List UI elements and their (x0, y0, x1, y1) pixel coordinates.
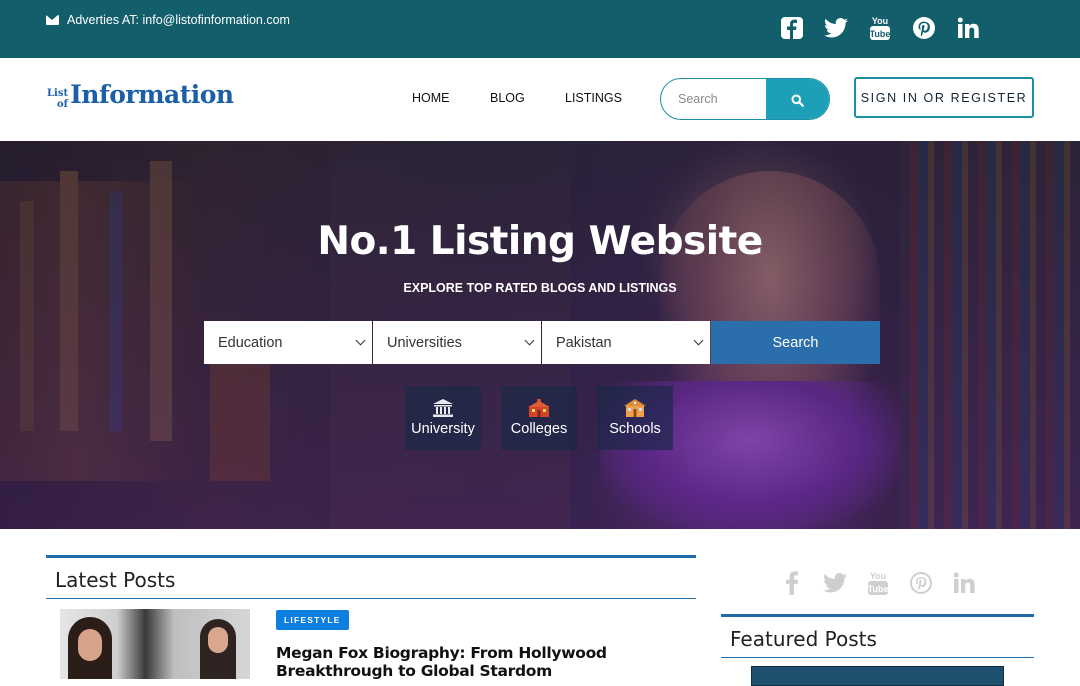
site-header: List of Information HOME BLOG LISTINGS S… (0, 58, 1080, 141)
category-label: Colleges (510, 421, 568, 437)
featured-posts-section: Featured Posts (721, 614, 1034, 658)
linkedin-icon[interactable] (952, 570, 976, 596)
site-logo[interactable]: List of Information (47, 80, 234, 110)
category-shortcuts: University Colleges Schools (405, 386, 673, 450)
signin-register-button[interactable]: SIGN IN OR REGISTER (854, 77, 1034, 118)
svg-text:Tube: Tube (868, 584, 889, 594)
svg-text:Tube: Tube (870, 29, 891, 39)
post-category-badge[interactable]: LIFESTYLE (276, 610, 349, 630)
header-search-button[interactable] (766, 79, 829, 119)
university-icon (433, 399, 453, 417)
sidebar-social-links: You Tube (780, 570, 976, 596)
latest-posts-section: Latest Posts (46, 555, 696, 599)
subcategory-select-value: Universities (387, 334, 462, 351)
hero-banner: No.1 Listing Website EXPLORE TOP RATED B… (0, 141, 1080, 529)
linkedin-icon[interactable] (956, 15, 980, 41)
header-search (660, 78, 830, 120)
school-icon (624, 399, 646, 417)
country-select[interactable]: Pakistan (542, 321, 710, 364)
post-thumbnail[interactable] (60, 609, 250, 679)
category-colleges[interactable]: Colleges (501, 386, 577, 450)
facebook-icon[interactable] (780, 15, 804, 41)
category-schools[interactable]: Schools (597, 386, 673, 450)
search-icon (791, 94, 804, 107)
contact-text: Adverties AT: info@listofinformation.com (67, 13, 290, 27)
youtube-icon[interactable]: You Tube (868, 15, 892, 41)
nav-blog[interactable]: BLOG (490, 91, 525, 105)
nav-listings[interactable]: LISTINGS (565, 91, 622, 105)
top-social-links: You Tube (780, 15, 980, 41)
section-divider (721, 657, 1034, 658)
header-search-input[interactable] (661, 79, 766, 119)
facebook-icon[interactable] (780, 570, 804, 596)
contact-info: Adverties AT: info@listofinformation.com (46, 13, 290, 27)
subcategory-select[interactable]: Universities (373, 321, 541, 364)
featured-post-thumbnail[interactable] (751, 666, 1004, 686)
twitter-icon[interactable] (824, 15, 848, 41)
pinterest-icon[interactable] (909, 570, 933, 596)
category-label: University (411, 421, 475, 437)
category-select[interactable]: Education (204, 321, 372, 364)
category-label: Schools (609, 421, 661, 437)
chevron-down-icon (355, 335, 366, 346)
hero-title: No.1 Listing Website (317, 219, 763, 264)
hero-subtitle: EXPLORE TOP RATED BLOGS AND LISTINGS (403, 281, 677, 295)
hero-search-button[interactable]: Search (711, 321, 880, 364)
youtube-icon[interactable]: You Tube (866, 570, 890, 596)
chevron-down-icon (524, 335, 535, 346)
chevron-down-icon (693, 335, 704, 346)
nav-home[interactable]: HOME (412, 91, 450, 105)
hero-search-form: Education Universities Pakistan Search (204, 321, 880, 364)
svg-text:You: You (872, 16, 888, 26)
logo-wordmark: Information (70, 80, 234, 109)
country-select-value: Pakistan (556, 334, 612, 351)
top-bar: Adverties AT: info@listofinformation.com… (0, 0, 1080, 58)
college-icon (528, 399, 550, 417)
twitter-icon[interactable] (823, 570, 847, 596)
pinterest-icon[interactable] (912, 15, 936, 41)
logo-small-text: List of (47, 88, 69, 110)
section-divider (46, 598, 696, 599)
category-university[interactable]: University (405, 386, 481, 450)
featured-posts-heading: Featured Posts (730, 627, 877, 651)
svg-text:You: You (870, 571, 886, 581)
latest-posts-heading: Latest Posts (55, 568, 176, 592)
envelope-icon (46, 15, 59, 25)
category-select-value: Education (218, 334, 283, 351)
